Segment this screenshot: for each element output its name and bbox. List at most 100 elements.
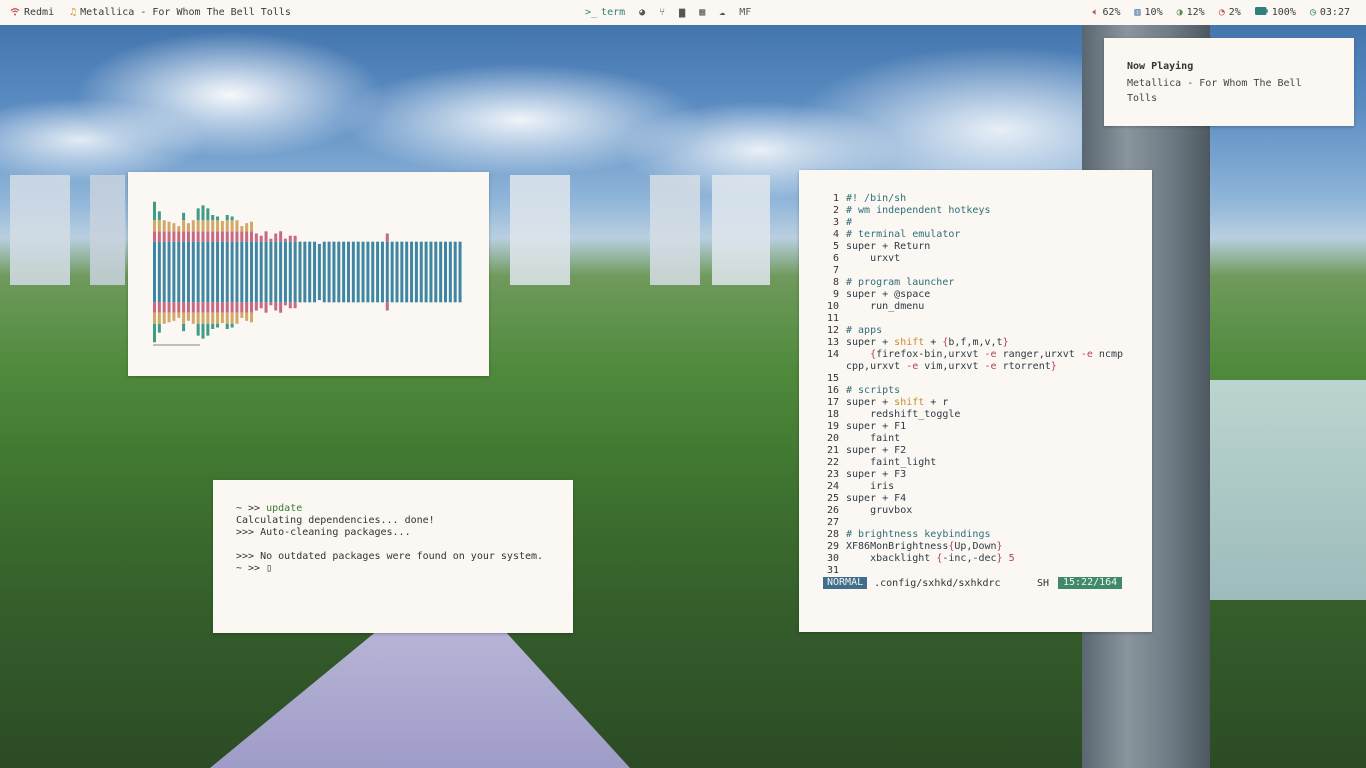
visualizer-bar xyxy=(453,241,457,303)
code-line: 31 xyxy=(823,565,1133,577)
music-indicator[interactable]: ♫ Metallica - For Whom The Bell Tolls xyxy=(70,7,291,18)
visualizer-bar xyxy=(317,243,321,301)
visualizer-bar xyxy=(308,241,312,303)
visualizer-bar xyxy=(225,312,229,324)
visualizer-bar xyxy=(250,231,253,242)
line-text xyxy=(846,517,1126,529)
film-icon: ▦ xyxy=(699,6,706,18)
workspace-6[interactable]: ☁ xyxy=(719,6,726,18)
line-number: 9 xyxy=(832,289,839,300)
workspace-1[interactable]: >_ term xyxy=(585,7,625,18)
visualizer-bar xyxy=(157,241,161,303)
visualizer-bar xyxy=(211,231,215,242)
clock-value: 03:27 xyxy=(1319,7,1350,18)
line-text: # program launcher xyxy=(846,277,955,288)
visualizer-bar xyxy=(167,231,171,242)
visualizer-bar xyxy=(216,312,220,324)
line-number: 11 xyxy=(826,313,839,324)
now-playing-notification[interactable]: Now Playing Metallica - For Whom The Bel… xyxy=(1104,38,1354,126)
audio-visualizer-window[interactable] xyxy=(128,172,489,376)
workspace-5[interactable]: ▦ xyxy=(699,6,706,18)
terminal-prompt-line[interactable]: ~ >> ▯ xyxy=(236,563,272,575)
visualizer-bar xyxy=(191,241,195,303)
visualizer-bar xyxy=(264,241,268,303)
visualizer-bar xyxy=(245,302,249,313)
clock-indicator[interactable]: ◷ 03:27 xyxy=(1310,7,1350,18)
code-line: 18 redshift_toggle xyxy=(823,409,1133,421)
visualizer-bar xyxy=(182,302,186,313)
visualizer-bar xyxy=(269,241,273,303)
line-text: XF86MonBrightness{Up,Down} xyxy=(846,541,1003,552)
cloud-icon: ☁ xyxy=(719,6,726,18)
visualizer-bar xyxy=(201,323,205,339)
visualizer-bar xyxy=(400,241,404,303)
code-line: 16 # scripts xyxy=(823,385,1133,397)
visualizer-bar xyxy=(390,241,394,303)
git-branch-icon: ⑂ xyxy=(659,6,666,18)
code-line: 2 # wm independent hotkeys xyxy=(823,205,1133,217)
code-area[interactable]: 1 #! /bin/sh 2 # wm independent hotkeys 3 #4 #… xyxy=(823,193,1133,577)
code-line: 17 super + shift + r xyxy=(823,397,1133,409)
workspace-label: MF xyxy=(739,7,752,18)
volume-indicator[interactable]: 🔈︎ 62% xyxy=(1092,7,1120,18)
vim-editor-window[interactable]: 1 #! /bin/sh 2 # wm independent hotkeys 3 #4 #… xyxy=(799,170,1152,632)
visualizer-bar xyxy=(225,231,229,242)
visualizer-bar xyxy=(283,241,287,303)
visualizer-bar xyxy=(235,312,239,324)
visualizer-bar xyxy=(196,302,200,313)
visualizer-bar xyxy=(157,211,161,221)
visualizer-bar xyxy=(162,312,166,324)
visualizer-bar xyxy=(216,216,220,221)
workspace-2[interactable]: ◕ xyxy=(639,7,645,18)
visualizer-bar xyxy=(177,312,181,318)
visualizer-bar xyxy=(216,323,220,328)
line-number: 4 xyxy=(832,229,839,240)
visualizer-bar xyxy=(230,323,234,328)
wifi-indicator[interactable]: Redmi xyxy=(10,7,54,19)
line-number: 21 xyxy=(826,445,839,456)
visualizer-bar xyxy=(269,302,273,306)
text-cursor: ▯ xyxy=(266,563,273,574)
visualizer-bar xyxy=(216,302,220,313)
terminal-line: Calculating dependencies... done! xyxy=(236,515,435,526)
line-text: # xyxy=(846,217,853,228)
code-line: 15 xyxy=(823,373,1133,385)
terminal-window[interactable]: ~ >> update Calculating dependencies... … xyxy=(213,480,573,633)
visualizer-bar xyxy=(153,231,156,242)
visualizer-bar xyxy=(264,231,268,242)
line-text xyxy=(846,313,1126,325)
visualizer-bar xyxy=(225,241,229,303)
visualizer-bar xyxy=(230,312,234,324)
visualizer-bar xyxy=(288,235,292,242)
visualizer-bar xyxy=(201,302,205,313)
command: update xyxy=(266,503,303,514)
code-line: 10 run_dmenu xyxy=(823,301,1133,313)
visualizer-bar xyxy=(162,241,166,303)
disk-indicator: ◔ 2% xyxy=(1219,7,1241,18)
visualizer-bar xyxy=(332,241,336,303)
music-label: Metallica - For Whom The Bell Tolls xyxy=(80,7,291,18)
line-number: 1 xyxy=(832,193,839,204)
terminal-icon: >_ xyxy=(585,6,598,18)
visualizer-bar xyxy=(216,231,220,242)
visualizer-bar xyxy=(157,220,161,232)
workspace-7[interactable]: MF xyxy=(739,7,751,18)
visualizer-bar xyxy=(172,302,176,313)
visualizer-bar xyxy=(385,241,389,303)
code-line: 14 {firefox-bin,urxvt -e ranger,urxvt -e… xyxy=(823,349,1133,373)
visualizer-bar xyxy=(361,241,365,303)
clock-icon: ◷ xyxy=(1309,6,1316,18)
visualizer-bar xyxy=(448,241,452,303)
workspace-3[interactable]: ⑂ xyxy=(659,6,666,18)
line-text xyxy=(846,373,1126,385)
line-number: 27 xyxy=(826,517,839,528)
visualizer-bar xyxy=(259,302,263,309)
code-line: 30 xbacklight {-inc,-dec} 5 xyxy=(823,553,1133,565)
line-text: #! /bin/sh xyxy=(846,193,907,204)
visualizer-bar xyxy=(254,233,258,242)
visualizer-bar xyxy=(153,323,156,343)
line-text: urxvt xyxy=(846,253,901,264)
visualizer-bar xyxy=(182,312,186,324)
line-number: 7 xyxy=(832,265,839,276)
workspace-4[interactable]: ▆ xyxy=(679,7,685,18)
